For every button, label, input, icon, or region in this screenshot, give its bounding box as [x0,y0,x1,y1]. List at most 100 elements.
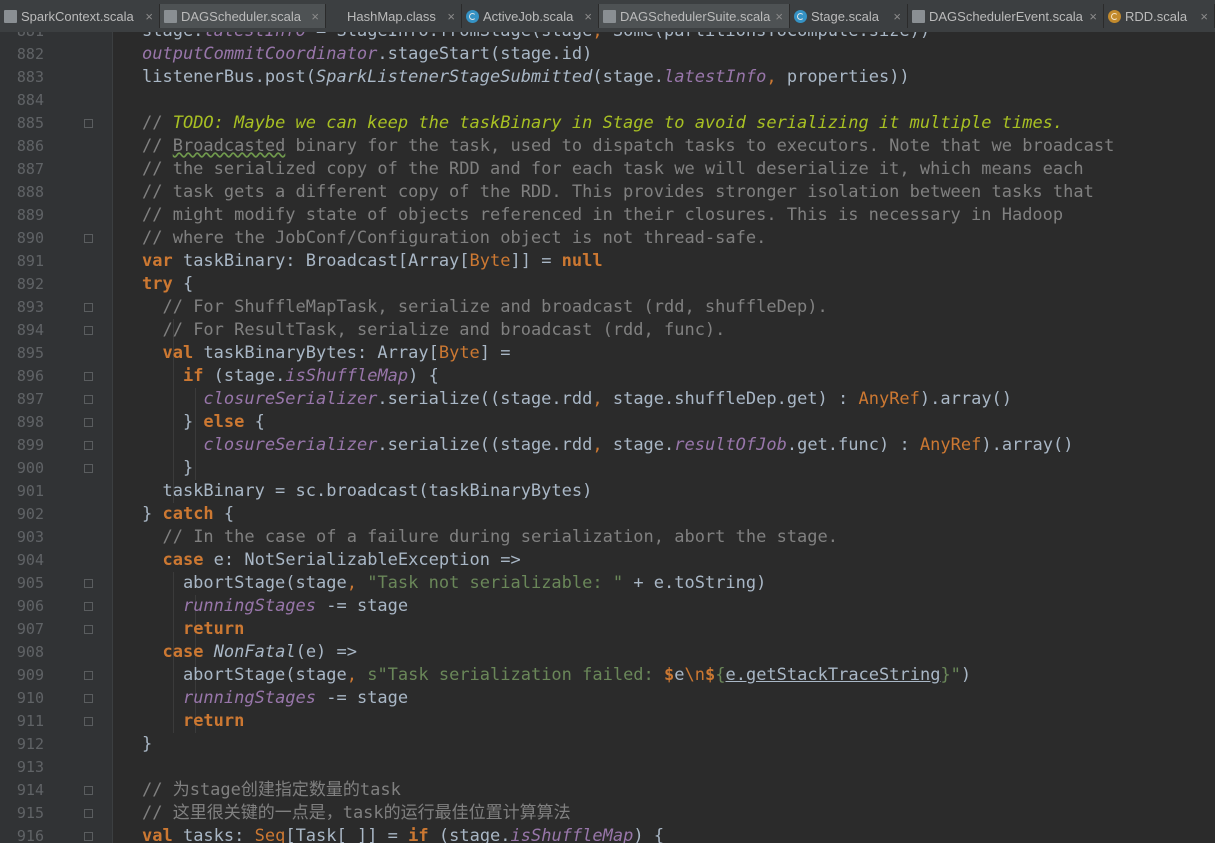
code-line[interactable]: abortStage(stage, s"Task serialization f… [142,664,971,687]
line-number: 888 [16,183,44,201]
code-editor[interactable]: stage.latestInfo = StageInfo.fromStage(s… [113,32,1215,843]
close-icon[interactable]: × [311,9,319,24]
tab-sparkcontext-scala[interactable]: SparkContext.scala × [0,4,160,28]
class-icon [466,9,479,23]
fold-marker-icon[interactable] [84,372,93,381]
code-line[interactable]: } else { [142,411,265,434]
tab-dagschedulerevent-scala[interactable]: DAGSchedulerEvent.scala × [908,4,1104,28]
line-number: 899 [16,436,44,454]
close-icon[interactable]: × [584,9,592,24]
code-line[interactable]: if (stage.isShuffleMap) { [142,365,439,388]
tab-hashmap-class[interactable]: HashMap.class × [326,4,462,28]
line-number: 893 [16,298,44,316]
code-line[interactable]: // 为stage创建指定数量的task [142,779,401,802]
code-line[interactable]: closureSerializer.serialize((stage.rdd, … [142,434,1073,457]
fold-marker-icon[interactable] [84,832,93,841]
line-number: 905 [16,574,44,592]
code-line[interactable]: abortStage(stage, "Task not serializable… [142,572,766,595]
code-line[interactable]: var taskBinary: Broadcast[Array[Byte]] =… [142,250,603,273]
close-icon[interactable]: × [775,9,783,24]
tab-label: RDD.scala [1125,8,1188,24]
code-line[interactable]: val taskBinaryBytes: Array[Byte] = [142,342,510,365]
code-line[interactable]: // In the case of a failure during seria… [142,526,838,549]
fold-marker-icon[interactable] [84,464,93,473]
code-line[interactable]: case e: NotSerializableException => [142,549,520,572]
line-number: 886 [16,137,44,155]
line-number: 903 [16,528,44,546]
line-number: 901 [16,482,44,500]
code-line[interactable]: // 这里很关键的一点是，task的运行最佳位置计算算法 [142,802,571,825]
fold-marker-icon[interactable] [84,809,93,818]
code-line[interactable]: return [142,710,244,733]
fold-marker-icon[interactable] [84,671,93,680]
fold-marker-icon[interactable] [84,326,93,335]
fold-marker-icon[interactable] [84,303,93,312]
line-number: 884 [16,91,44,109]
fold-marker-icon[interactable] [84,234,93,243]
code-line[interactable]: } catch { [142,503,234,526]
code-line[interactable]: try { [142,273,193,296]
code-line[interactable]: closureSerializer.serialize((stage.rdd, … [142,388,1012,411]
line-number-gutter: 881 882 883 884 885 886 887 888 889 890 891 892 893 8… [0,32,113,843]
fold-marker-icon[interactable] [84,786,93,795]
code-line[interactable]: outputCommitCoordinator.stageStart(stage… [142,43,592,66]
fold-marker-icon[interactable] [84,418,93,427]
tab-activejob-scala[interactable]: ActiveJob.scala × [462,4,599,28]
tab-label: DAGScheduler.scala [181,8,301,24]
line-number: 911 [16,712,44,730]
fold-marker-icon[interactable] [84,119,93,128]
code-line[interactable]: // Broadcasted binary for the task, used… [142,135,1114,158]
close-icon[interactable]: × [145,9,153,24]
code-line[interactable]: // where the JobConf/Configuration objec… [142,227,766,250]
fold-marker-icon[interactable] [84,441,93,450]
scala-file-icon [912,9,925,23]
fold-marker-icon[interactable] [84,694,93,703]
code-line[interactable]: val tasks: Seq[Task[_]] = if (stage.isSh… [142,825,664,843]
tab-label: HashMap.class [347,8,436,24]
line-number: 900 [16,459,44,477]
code-line[interactable]: // might modify state of objects referen… [142,204,1063,227]
code-line[interactable]: taskBinary = sc.broadcast(taskBinaryByte… [142,480,592,503]
scala-file-icon [164,9,177,23]
code-line[interactable]: // task gets a different copy of the RDD… [142,181,1094,204]
tab-rdd-scala[interactable]: RDD.scala × [1104,4,1215,28]
line-number: 909 [16,666,44,684]
line-number: 895 [16,344,44,362]
fold-marker-icon[interactable] [84,717,93,726]
code-line[interactable]: runningStages -= stage [142,595,408,618]
tab-dagschedulersuite-scala[interactable]: DAGSchedulerSuite.scala × [599,4,790,28]
close-icon[interactable]: × [1200,9,1208,24]
fold-marker-icon[interactable] [84,602,93,611]
code-line[interactable]: // For ResultTask, serialize and broadca… [142,319,725,342]
code-line[interactable]: listenerBus.post(SparkListenerStageSubmi… [142,66,910,89]
code-line[interactable]: stage.latestInfo = StageInfo.fromStage(s… [142,32,930,43]
tab-label: DAGSchedulerSuite.scala [620,8,771,24]
scala-file-icon [603,9,616,23]
line-number: 882 [16,45,44,63]
code-line[interactable]: // For ShuffleMapTask, serialize and bro… [142,296,827,319]
line-number: 883 [16,68,44,86]
code-line[interactable]: // the serialized copy of the RDD and fo… [142,158,1084,181]
line-number: 914 [16,781,44,799]
tab-label: Stage.scala [811,8,879,24]
line-number: 904 [16,551,44,569]
line-number: 897 [16,390,44,408]
code-line[interactable]: case NonFatal(e) => [142,641,357,664]
line-number: 885 [16,114,44,132]
fold-marker-icon[interactable] [84,579,93,588]
fold-marker-icon[interactable] [84,625,93,634]
code-line[interactable]: } [142,733,152,756]
close-icon[interactable]: × [893,9,901,24]
line-number: 906 [16,597,44,615]
code-line[interactable]: } [142,457,193,480]
line-number: 916 [16,827,44,843]
tab-stage-scala[interactable]: Stage.scala × [790,4,908,28]
close-icon[interactable]: × [1089,9,1097,24]
line-number: 896 [16,367,44,385]
close-icon[interactable]: × [447,9,455,24]
fold-marker-icon[interactable] [84,395,93,404]
tab-dagscheduler-scala[interactable]: DAGScheduler.scala × [160,4,326,28]
code-line[interactable]: runningStages -= stage [142,687,408,710]
code-line[interactable]: return [142,618,244,641]
code-line[interactable]: // TODO: Maybe we can keep the taskBinar… [142,112,1063,135]
